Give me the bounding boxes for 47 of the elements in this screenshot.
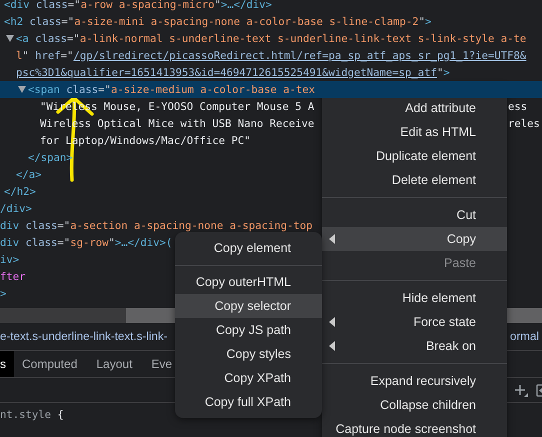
- code-line: <h2 class="a-size-mini a-spacing-none a-color-base s-line-clamp-2">: [4, 16, 432, 28]
- menu-item[interactable]: Break on: [322, 334, 507, 358]
- selected-row[interactable]: <span class="a-size-medium a-color-base a-tex: [0, 81, 542, 98]
- code-line: iv>: [0, 254, 20, 266]
- plus-icon[interactable]: [515, 384, 528, 396]
- link[interactable]: psc%3D1&qualifier=1651413953&id=4694712615525491&widgetName=sp_atf: [16, 66, 437, 78]
- expand-triangle-icon[interactable]: [6, 35, 14, 42]
- tab[interactable]: Layout: [96, 351, 132, 377]
- code-line: l" href="/gp/slredirect/picassoRedirect.html/ref=pa_sp_atf_aps_sr_pg1_1?ie=UTF8&: [16, 50, 526, 62]
- tab[interactable]: Eve: [151, 351, 172, 377]
- copy-submenu-item[interactable]: Copy styles: [175, 342, 322, 366]
- code-line: fter: [0, 270, 26, 282]
- menu-item[interactable]: Cut: [322, 203, 507, 227]
- expand-triangle-icon[interactable]: [18, 86, 26, 93]
- code-line: <span class="a-size-medium a-color-base a-tex: [28, 84, 316, 96]
- menu-item[interactable]: Capture node screenshot: [322, 417, 507, 437]
- copy-submenu-item[interactable]: Copy full XPath: [175, 390, 322, 414]
- breadcrumb[interactable]: ormal: [510, 330, 542, 343]
- menu-item[interactable]: Delete element: [322, 168, 507, 192]
- code-line: </a>: [16, 168, 42, 180]
- copy-submenu-item[interactable]: Copy outerHTML: [175, 270, 322, 294]
- menu-item[interactable]: Copy: [322, 227, 507, 251]
- menu-item[interactable]: Duplicate element: [322, 144, 507, 168]
- copy-submenu-item[interactable]: Copy JS path: [175, 318, 322, 342]
- menu-item[interactable]: Collapse children: [322, 393, 507, 417]
- menu-item[interactable]: Edit as HTML: [322, 120, 507, 144]
- menu-item[interactable]: Hide element: [322, 286, 507, 310]
- code-text: reles: [508, 118, 541, 130]
- code-line: psc%3D1&qualifier=1651413953&id=4694712615525491&widgetName=sp_atf">: [16, 66, 450, 78]
- code-line: </h2>: [4, 186, 36, 198]
- copy-submenu-item[interactable]: Copy element: [175, 236, 322, 260]
- code-line: div class="a-section a-spacing-none a-spacing-top: [0, 220, 313, 232]
- code-text: ess: [508, 100, 528, 112]
- breadcrumb[interactable]: e-text.s-underline-link-text.s-link-: [0, 330, 168, 343]
- link[interactable]: /gp/slredirect/picassoRedirect.html/ref=pa_sp_atf_aps_sr_pg1_1?ie=UTF8&: [73, 50, 526, 62]
- copy-submenu-item[interactable]: Copy selector: [175, 294, 322, 318]
- copy-submenu-item[interactable]: Copy XPath: [175, 366, 322, 390]
- code-line: /div>: [0, 202, 32, 214]
- tab[interactable]: s: [0, 351, 14, 377]
- code-line: div class="sg-row">…</div>(: [0, 236, 172, 248]
- style-rule: nt.style {: [0, 409, 64, 421]
- code-line: >: [0, 288, 6, 300]
- menu-item[interactable]: Add attribute: [322, 96, 507, 120]
- menu-item[interactable]: Force state: [322, 310, 507, 334]
- code-line: <a class="a-link-normal s-underline-text s-underline-link-text s-link-style a-te: [16, 32, 526, 44]
- tab[interactable]: Computed: [22, 351, 78, 377]
- menu-item[interactable]: Expand recursively: [322, 369, 507, 393]
